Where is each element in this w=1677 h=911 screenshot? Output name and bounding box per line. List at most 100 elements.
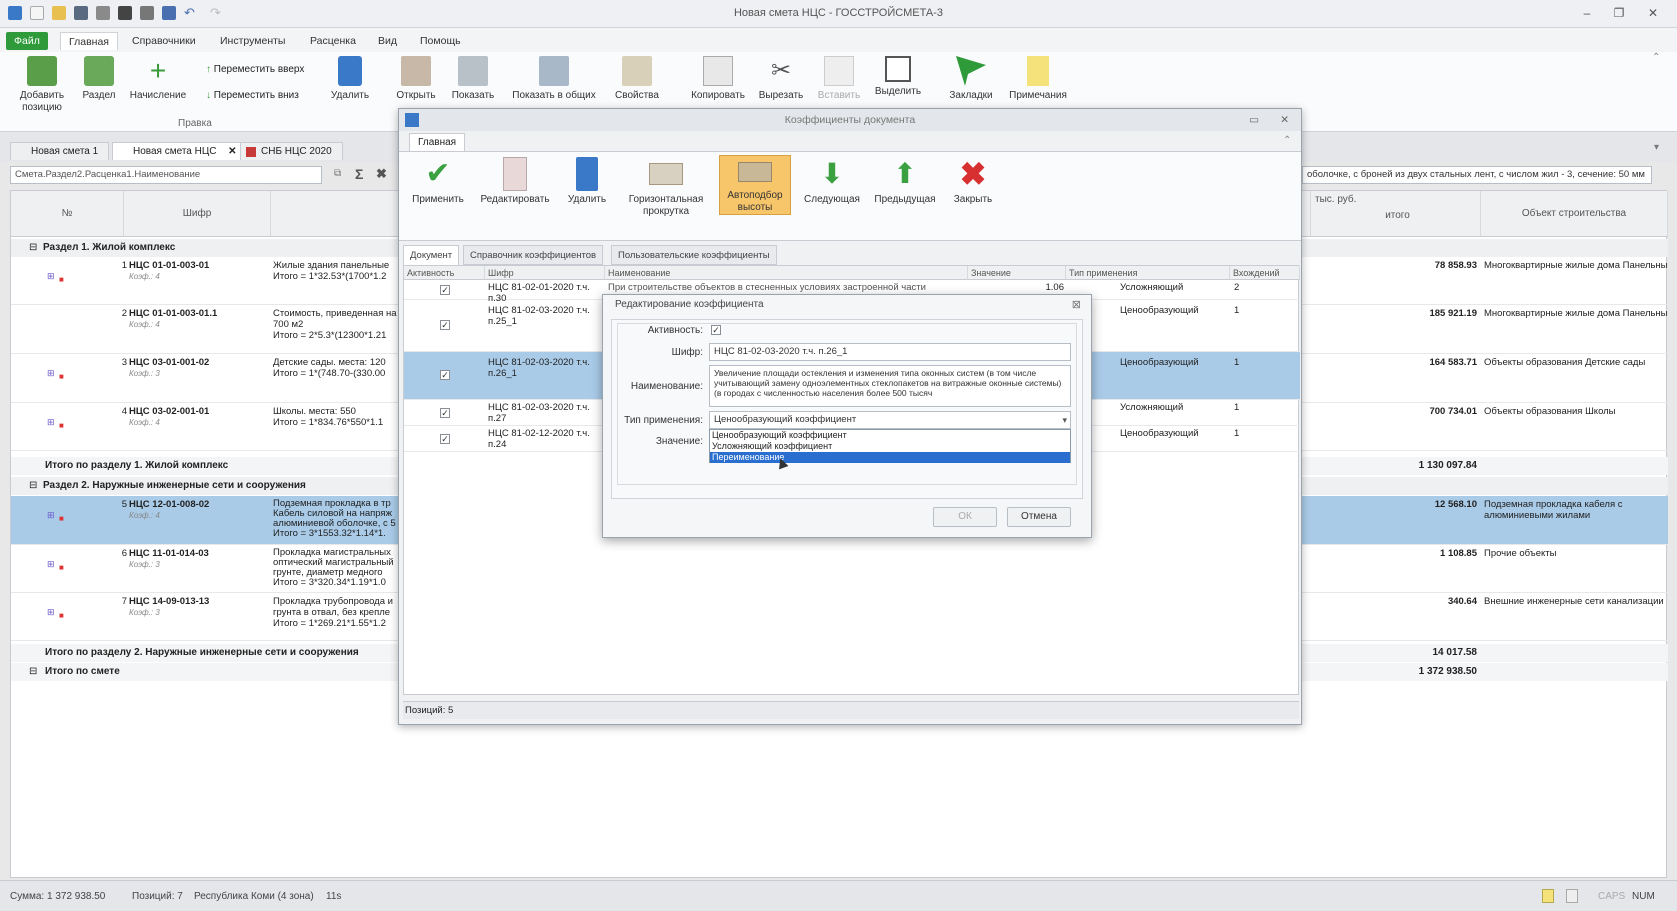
close-dialog-button[interactable]: ✕ [1280,109,1289,131]
arrow-up-icon: ↑ [206,64,211,75]
column-header-total[interactable]: тыс. руб. итого [1311,191,1481,237]
tab-tools[interactable]: Инструменты [212,32,293,50]
col-type[interactable]: Тип применения [1066,266,1230,280]
cancel-button[interactable]: Отмена [1007,507,1071,527]
page-status-icon[interactable] [1566,889,1578,903]
horizontal-scroll-button[interactable]: Горизонтальная прокрутка [621,157,711,218]
code-label: Шифр: [671,347,703,358]
dialog-title-bar: Коэффициенты документа ▭ ✕ [399,109,1301,131]
bookmarks-button[interactable]: Закладки [942,56,1000,102]
column-header-code[interactable]: Шифр [124,191,271,237]
dialog-status: Позиций: 5 [403,701,1299,719]
path-field[interactable]: Смета.Раздел2.Расценка1.Наименование [10,166,322,184]
scissors-icon: ✂ [770,57,792,84]
collapse-icon[interactable]: ⊟ [29,239,37,257]
edit-icon [503,157,527,191]
col-count[interactable]: Вхождений [1230,266,1300,280]
option-complicating[interactable]: Усложняющий коэффициент [712,441,832,452]
select-button[interactable]: Выделить [872,56,924,98]
tab-home[interactable]: Главная [60,32,118,50]
properties-button[interactable]: Свойства [612,56,662,102]
tab-references[interactable]: Справочники [124,32,204,50]
move-down-button[interactable]: ↓ Переместить вниз [206,90,299,101]
autofit-icon [738,162,772,182]
accrual-button[interactable]: + Начисление [126,56,190,102]
close-tab-icon[interactable]: ✕ [228,143,236,161]
doc-tab-estimate-1[interactable]: Новая смета 1 [10,142,110,160]
collapse-icon[interactable]: ⊟ [29,477,37,495]
row-marker-icon: ⊞ [47,368,55,378]
option-price-forming[interactable]: Ценообразующий коэффициент [712,430,847,441]
collapse-icon[interactable]: ⊟ [29,663,37,681]
copy-small-icon[interactable]: ⧉ [334,168,341,179]
activity-checkbox[interactable]: ✓ [440,370,450,380]
edit-button[interactable]: Редактировать [477,157,553,206]
tab-file[interactable]: Файл [6,32,48,50]
close-button[interactable]: ✖ Закрыть [947,157,999,206]
note-status-icon[interactable] [1542,889,1554,903]
open-button[interactable]: Открыть [394,56,438,102]
move-up-button[interactable]: ↑ Переместить вверх [206,64,304,75]
section-button[interactable]: Раздел [76,56,122,102]
tab-help[interactable]: Помощь [412,32,469,50]
paste-button[interactable]: Вставить [814,56,864,102]
sum-icon[interactable]: Σ [355,166,363,182]
flag-icon: ■ [59,611,64,620]
col-code[interactable]: Шифр [485,266,605,280]
value-field[interactable]: оболочке, с броней из двух стальных лент… [1302,166,1652,184]
option-rename-highlighted[interactable]: Переименование [710,452,1070,463]
add-position-button[interactable]: Добавить позицию [14,56,70,114]
doc-tab-snb-ncs[interactable]: СНБ НЦС 2020 [240,142,343,160]
doc-tab-estimate-ncs[interactable]: Новая смета НЦС ✕ [112,142,244,160]
inner-tab-reference[interactable]: Справочник коэффициентов [463,245,604,265]
activity-checkbox[interactable]: ✓ [711,325,721,335]
activity-checkbox[interactable]: ✓ [440,320,450,330]
type-select[interactable]: Ценообразующий коэффициент ▾ [709,411,1071,429]
col-name[interactable]: Наименование [605,266,968,280]
restore-button[interactable]: ❐ [1608,5,1630,21]
clear-icon[interactable]: ✖ [376,166,387,182]
copy-button[interactable]: Копировать [688,56,748,102]
close-x-icon: ✖ [959,156,987,192]
column-header-num[interactable]: № [11,191,124,237]
collapse-ribbon-icon[interactable]: ⌃ [1652,52,1660,63]
column-header-object[interactable]: Объект строительства [1481,191,1668,237]
notes-button[interactable]: Примечания [1006,56,1070,102]
ok-button[interactable]: ОК [933,507,997,527]
code-field[interactable]: НЦС 81-02-03-2020 т.ч. п.26_1 [709,343,1071,361]
row-marker-icon: ⊞ [47,417,55,427]
dialog-delete-button[interactable]: Удалить [561,157,613,206]
arrow-up-icon: ⬆ [893,158,917,189]
dialog-tab-home[interactable]: Главная [409,133,466,151]
cut-button[interactable]: ✂ Вырезать [756,56,806,102]
minimize-button[interactable]: – [1576,5,1598,21]
add-icon [27,56,57,86]
activity-checkbox[interactable]: ✓ [440,408,450,418]
col-activity[interactable]: Активность [404,266,485,280]
tab-rate[interactable]: Расценка [302,32,364,50]
autofit-height-button[interactable]: Автоподбор высоты [719,155,791,215]
flag-icon: ■ [59,563,64,572]
tab-view[interactable]: Вид [370,32,405,50]
show-button[interactable]: Показать [448,56,498,102]
close-edit-dialog-button[interactable]: ⊠ [1072,298,1081,311]
inner-tab-user[interactable]: Пользовательские коэффициенты [611,245,777,265]
collapse-dialog-ribbon-icon[interactable]: ⌃ [1283,135,1291,146]
activity-checkbox[interactable]: ✓ [440,434,450,444]
maximize-dialog-button[interactable]: ▭ [1249,109,1259,131]
flag-icon: ■ [59,514,64,523]
tabs-menu-icon[interactable]: ▾ [1654,142,1659,153]
chevron-down-icon[interactable]: ▾ [1062,414,1067,426]
show-in-common-button[interactable]: Показать в общих [508,56,600,102]
close-window-button[interactable]: ✕ [1642,5,1664,21]
apply-button[interactable]: ✔ Применить [407,157,469,206]
dialog-app-icon [405,113,419,127]
inner-tab-document[interactable]: Документ [403,245,460,265]
paste-icon [824,56,854,86]
activity-checkbox[interactable]: ✓ [440,285,450,295]
previous-button[interactable]: ⬆ Предыдущая [871,157,939,206]
col-value[interactable]: Значение [968,266,1066,280]
name-field[interactable]: Увеличение площади остекления и изменени… [709,365,1071,407]
next-button[interactable]: ⬇ Следующая [799,157,865,206]
delete-button[interactable]: Удалить [330,56,370,102]
